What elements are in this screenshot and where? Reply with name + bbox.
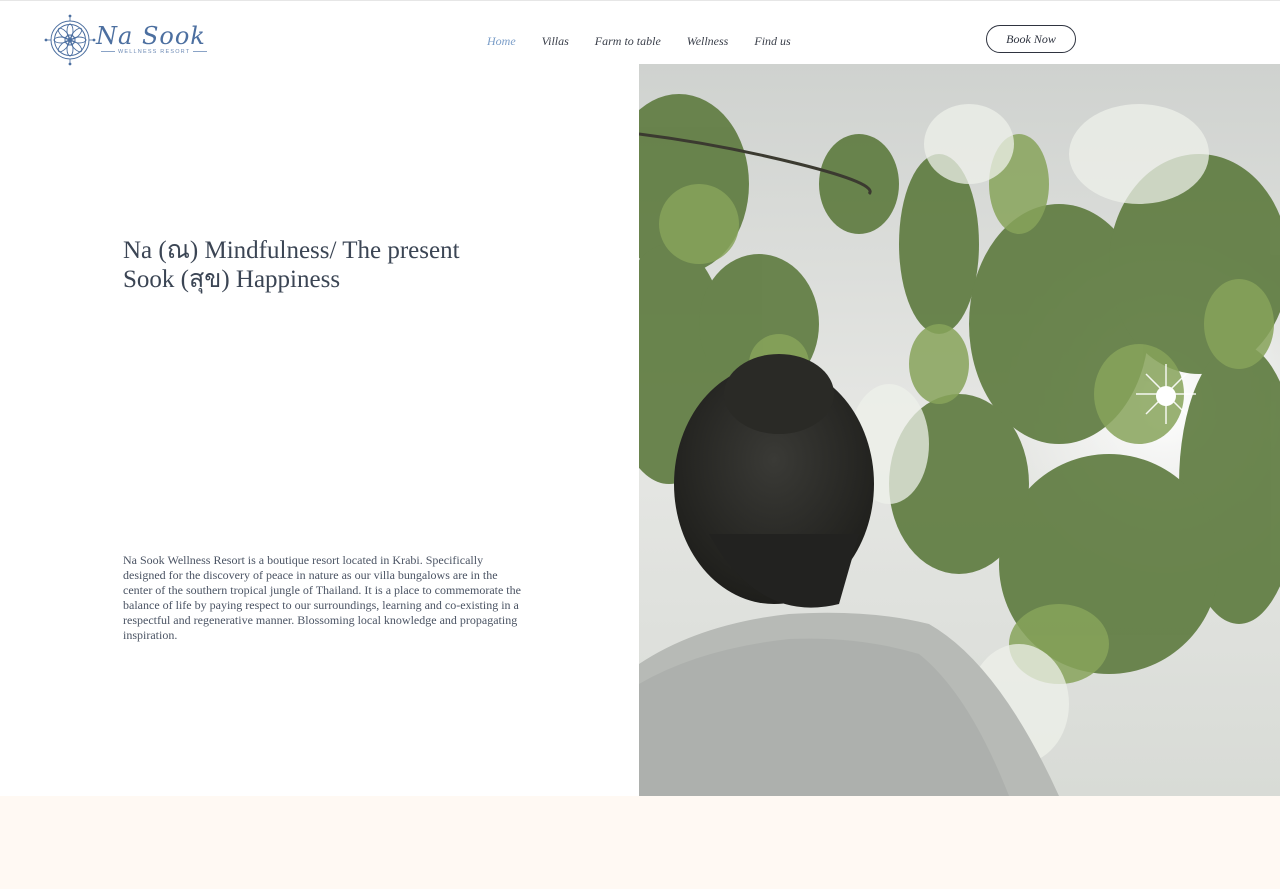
nav-item-villas[interactable]: Villas — [542, 34, 569, 49]
nav-item-farm-to-table[interactable]: Farm to table — [595, 34, 661, 49]
hero-title-line-1: Na (ณ) Mindfulness/ The present — [123, 237, 460, 264]
hero-description: Na Sook Wellness Resort is a boutique re… — [123, 553, 521, 642]
hero-title: Na (ณ) Mindfulness/ The present Sook (สุ… — [123, 236, 593, 294]
hero-photo-illustration — [639, 64, 1280, 796]
compass-mandala-icon — [44, 14, 96, 66]
site-header: Na Sook WELLNESS RESORT Home Villas Farm… — [0, 0, 1280, 66]
brand-logo[interactable]: Na Sook WELLNESS RESORT — [44, 14, 205, 66]
hero-title-line-2: Sook (สุข) Happiness — [123, 266, 341, 293]
nav-item-wellness[interactable]: Wellness — [687, 34, 729, 49]
nav-item-find-us[interactable]: Find us — [754, 34, 790, 49]
main-nav: Home Villas Farm to table Wellness Find … — [487, 34, 817, 49]
logo-wordmark: Na Sook — [96, 22, 206, 50]
book-now-button[interactable]: Book Now — [986, 25, 1076, 53]
bottom-section-band — [0, 796, 1280, 889]
hero-photo — [639, 64, 1280, 796]
nav-item-home[interactable]: Home — [487, 34, 516, 49]
page: Na Sook WELLNESS RESORT Home Villas Farm… — [0, 0, 1280, 889]
logo-subtitle: WELLNESS RESORT — [98, 49, 192, 55]
